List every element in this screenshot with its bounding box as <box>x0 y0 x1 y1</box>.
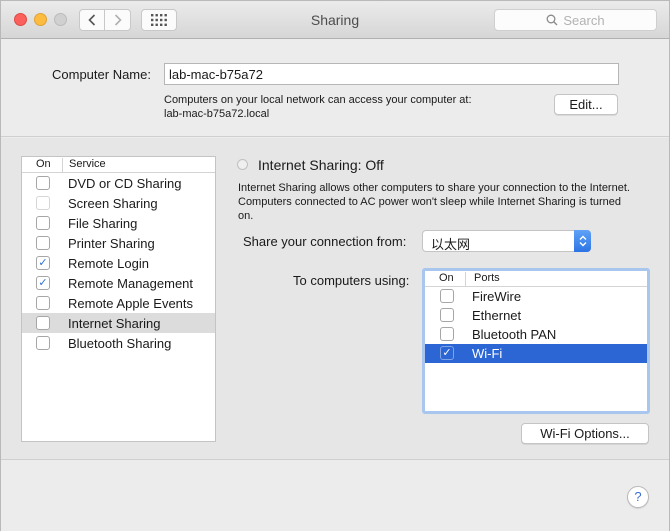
port-checkbox[interactable] <box>440 308 454 322</box>
title-bar: Sharing Search <box>1 1 669 39</box>
service-row[interactable]: ✓ Remote Management <box>22 273 215 293</box>
port-label: Bluetooth PAN <box>472 327 557 342</box>
service-label: DVD or CD Sharing <box>68 176 182 191</box>
port-checkbox[interactable]: ✓ <box>440 346 454 360</box>
share-from-label: Share your connection from: <box>243 234 407 249</box>
port-row[interactable]: FireWire <box>425 287 647 306</box>
service-label: File Sharing <box>68 216 138 231</box>
service-label: Bluetooth Sharing <box>68 336 172 351</box>
search-icon <box>546 14 558 26</box>
computer-name-section: Computer Name: lab-mac-b75a72 Computers … <box>1 40 669 137</box>
port-label: Wi-Fi <box>472 346 503 361</box>
share-from-popup[interactable]: 以太网 <box>422 230 591 252</box>
service-row[interactable]: DVD or CD Sharing <box>22 173 215 193</box>
service-checkbox[interactable]: ✓ <box>36 256 50 270</box>
forward-button[interactable] <box>105 9 131 31</box>
show-all-button[interactable] <box>141 9 177 31</box>
close-window-button[interactable] <box>14 13 27 26</box>
minimize-window-button[interactable] <box>34 13 47 26</box>
zoom-window-button[interactable] <box>54 13 67 26</box>
service-checkbox[interactable]: ✓ <box>36 276 50 290</box>
footer: ? <box>1 461 669 531</box>
service-label: Screen Sharing <box>68 196 158 211</box>
wifi-options-button[interactable]: Wi-Fi Options... <box>521 423 649 444</box>
port-checkbox[interactable] <box>440 289 454 303</box>
port-row[interactable]: Bluetooth PAN <box>425 325 647 344</box>
service-row[interactable]: ✓ Remote Login <box>22 253 215 273</box>
ports-list-header: On Ports <box>425 271 647 287</box>
service-checkbox[interactable] <box>36 336 50 350</box>
service-row[interactable]: Printer Sharing <box>22 233 215 253</box>
service-checkbox[interactable] <box>36 316 50 330</box>
computer-name-label: Computer Name: <box>52 67 151 82</box>
sharing-panel: On Service DVD or CD Sharing Screen Shari… <box>1 138 669 460</box>
service-checkbox[interactable] <box>36 216 50 230</box>
help-button[interactable]: ? <box>627 486 649 508</box>
chevron-right-icon <box>114 14 122 26</box>
chevron-left-icon <box>88 14 96 26</box>
header-on: On <box>439 272 454 284</box>
service-checkbox[interactable] <box>36 176 50 190</box>
service-label: Internet Sharing <box>68 316 161 331</box>
to-computers-label: To computers using: <box>293 273 410 288</box>
grid-icon <box>151 14 167 26</box>
service-checkbox[interactable] <box>36 196 50 210</box>
share-from-value: 以太网 <box>431 237 471 252</box>
port-label: FireWire <box>472 289 522 304</box>
local-hostname: lab-mac-b75a72.local <box>164 108 270 120</box>
service-row[interactable]: Bluetooth Sharing <box>22 333 215 353</box>
header-on: On <box>36 158 51 170</box>
port-row[interactable]: ✓ Wi-Fi <box>425 344 647 363</box>
service-list-header: On Service <box>22 157 215 173</box>
internet-sharing-description: Internet Sharing allows other computers … <box>238 182 630 222</box>
port-label: Ethernet <box>472 308 522 323</box>
edit-button[interactable]: Edit... <box>554 94 618 115</box>
service-row[interactable]: Remote Apple Events <box>22 293 215 313</box>
internet-sharing-status: Internet Sharing: Off <box>258 157 384 173</box>
search-placeholder: Search <box>563 12 605 28</box>
service-row[interactable]: Internet Sharing <box>22 313 215 333</box>
service-row[interactable]: File Sharing <box>22 213 215 233</box>
service-label: Remote Login <box>68 256 149 271</box>
service-label: Remote Management <box>68 276 194 291</box>
back-button[interactable] <box>79 9 105 31</box>
header-service: Service <box>62 158 106 172</box>
service-label: Remote Apple Events <box>68 296 194 311</box>
ports-list[interactable]: On Ports FireWire Ethernet Bluetooth PAN ✓ W… <box>422 268 650 414</box>
computer-name-info: Computers on your local network can acce… <box>164 93 472 121</box>
service-checkbox[interactable] <box>36 236 50 250</box>
updown-arrows-icon <box>574 230 591 252</box>
port-row[interactable]: Ethernet <box>425 306 647 325</box>
search-field[interactable]: Search <box>494 9 657 31</box>
service-label: Printer Sharing <box>68 236 155 251</box>
header-ports: Ports <box>465 272 500 286</box>
computer-name-field[interactable]: lab-mac-b75a72 <box>164 63 619 85</box>
service-checkbox[interactable] <box>36 296 50 310</box>
service-row[interactable]: Screen Sharing <box>22 193 215 213</box>
sharing-window: Sharing Search Computer Name: lab-mac-b7… <box>0 0 670 531</box>
service-list[interactable]: On Service DVD or CD Sharing Screen Shari… <box>21 156 216 442</box>
port-checkbox[interactable] <box>440 327 454 341</box>
computer-name-info-text: Computers on your local network can acce… <box>164 94 472 106</box>
internet-sharing-status-indicator <box>237 159 248 170</box>
